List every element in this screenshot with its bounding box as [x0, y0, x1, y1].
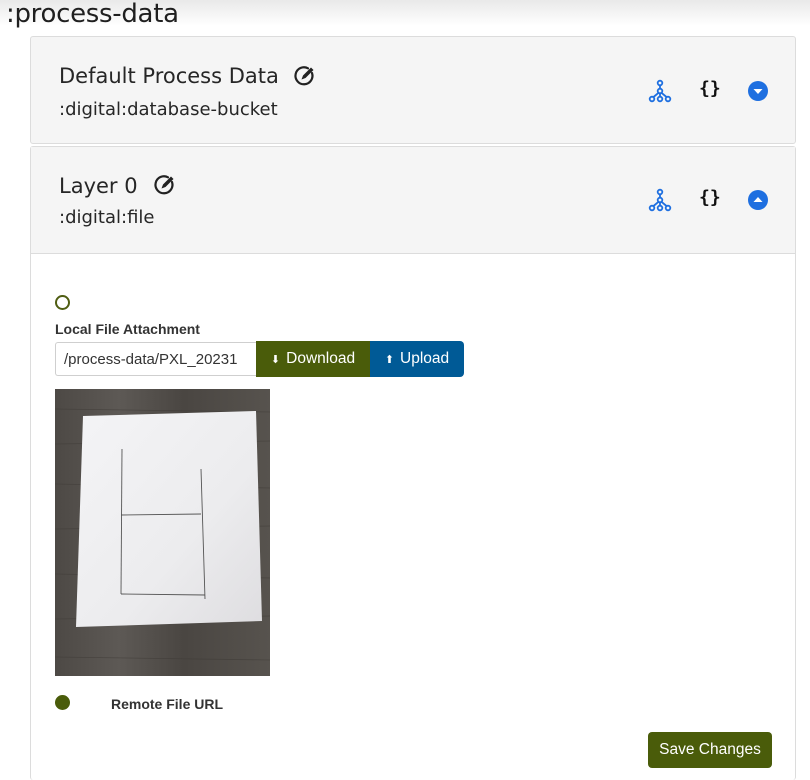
card-title: Default Process Data [59, 64, 279, 88]
local-file-label: Local File Attachment [55, 321, 200, 337]
edit-icon[interactable] [293, 64, 317, 88]
download-button[interactable]: ⬇ Download [256, 341, 370, 377]
remote-file-radio[interactable] [55, 695, 70, 710]
card-subtitle: :digital:file [59, 207, 155, 228]
upload-button[interactable]: ⬆ Upload [370, 341, 464, 377]
hierarchy-tree-icon[interactable] [648, 188, 672, 212]
save-changes-button[interactable]: Save Changes [648, 732, 772, 768]
card-subtitle: :digital:database-bucket [59, 99, 278, 120]
file-path-input[interactable] [55, 342, 257, 376]
edit-icon[interactable] [153, 173, 177, 197]
download-label: Download [286, 350, 356, 367]
local-file-radio[interactable] [55, 295, 70, 310]
download-icon: ⬇ [270, 353, 281, 366]
page-title: :process-data [6, 0, 179, 29]
remote-file-label: Remote File URL [111, 696, 224, 712]
upload-label: Upload [400, 350, 450, 367]
upload-icon: ⬆ [384, 353, 395, 366]
process-data-card-default: Default Process Data :digital:database-b… [30, 36, 796, 144]
expand-chevron-down-icon[interactable] [747, 80, 769, 102]
json-braces-icon[interactable]: {} [699, 78, 721, 99]
card-header [31, 147, 795, 254]
card-title: Layer 0 [59, 174, 138, 198]
file-preview-image [55, 389, 270, 676]
collapse-chevron-up-icon[interactable] [747, 189, 769, 211]
json-braces-icon[interactable]: {} [699, 187, 721, 208]
hierarchy-tree-icon[interactable] [648, 79, 672, 103]
